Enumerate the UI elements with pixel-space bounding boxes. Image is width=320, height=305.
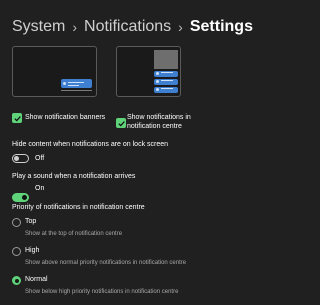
priority-top-description: Show at the top of notification centre: [25, 231, 123, 237]
priority-normal-label: Normal: [25, 276, 48, 283]
checkmark-icon: [13, 115, 21, 121]
breadcrumb: System › Notifications › Settings: [12, 18, 253, 36]
priority-high-radio[interactable]: [12, 247, 21, 256]
sound-heading: Play a sound when a notification arrives: [12, 173, 136, 180]
checkmark-icon: [117, 120, 125, 126]
priority-normal-description: Show below high priority notifications i…: [25, 289, 179, 295]
banner-toast-illustration: [61, 79, 92, 88]
lock-screen-heading: Hide content when notifications are on l…: [12, 141, 169, 148]
breadcrumb-notifications[interactable]: Notifications: [84, 18, 171, 36]
priority-top-label: Top: [25, 218, 37, 225]
breadcrumb-separator: ›: [178, 19, 183, 35]
banner-preview-image: [12, 46, 97, 97]
show-in-centre-label-line1: Show notifications in: [127, 114, 191, 121]
breadcrumb-system[interactable]: System: [12, 18, 65, 36]
show-in-centre-label-line2: notification centre: [127, 123, 182, 130]
lock-screen-state: Off: [35, 155, 45, 162]
show-in-centre-label: Show notifications in notification centr…: [127, 113, 191, 131]
sound-state: On: [35, 185, 45, 192]
centre-preview-image: [116, 46, 181, 97]
priority-high-description: Show above normal priority notifications…: [25, 260, 187, 266]
priority-normal-radio[interactable]: [12, 276, 21, 285]
radio-selected-dot: [14, 278, 19, 283]
centre-panel-illustration: [154, 50, 178, 69]
priority-high-label: High: [25, 247, 40, 254]
show-banners-checkbox[interactable]: [12, 113, 22, 123]
show-in-centre-checkbox[interactable]: [116, 118, 126, 128]
sound-toggle[interactable]: [12, 193, 29, 202]
priority-top-radio[interactable]: [12, 218, 21, 227]
breadcrumb-separator: ›: [72, 19, 78, 35]
show-banners-label: Show notification banners: [25, 114, 106, 121]
priority-heading: Priority of notifications in notificatio…: [12, 204, 145, 211]
lock-screen-toggle[interactable]: [12, 154, 29, 163]
breadcrumb-settings: Settings: [189, 18, 253, 35]
